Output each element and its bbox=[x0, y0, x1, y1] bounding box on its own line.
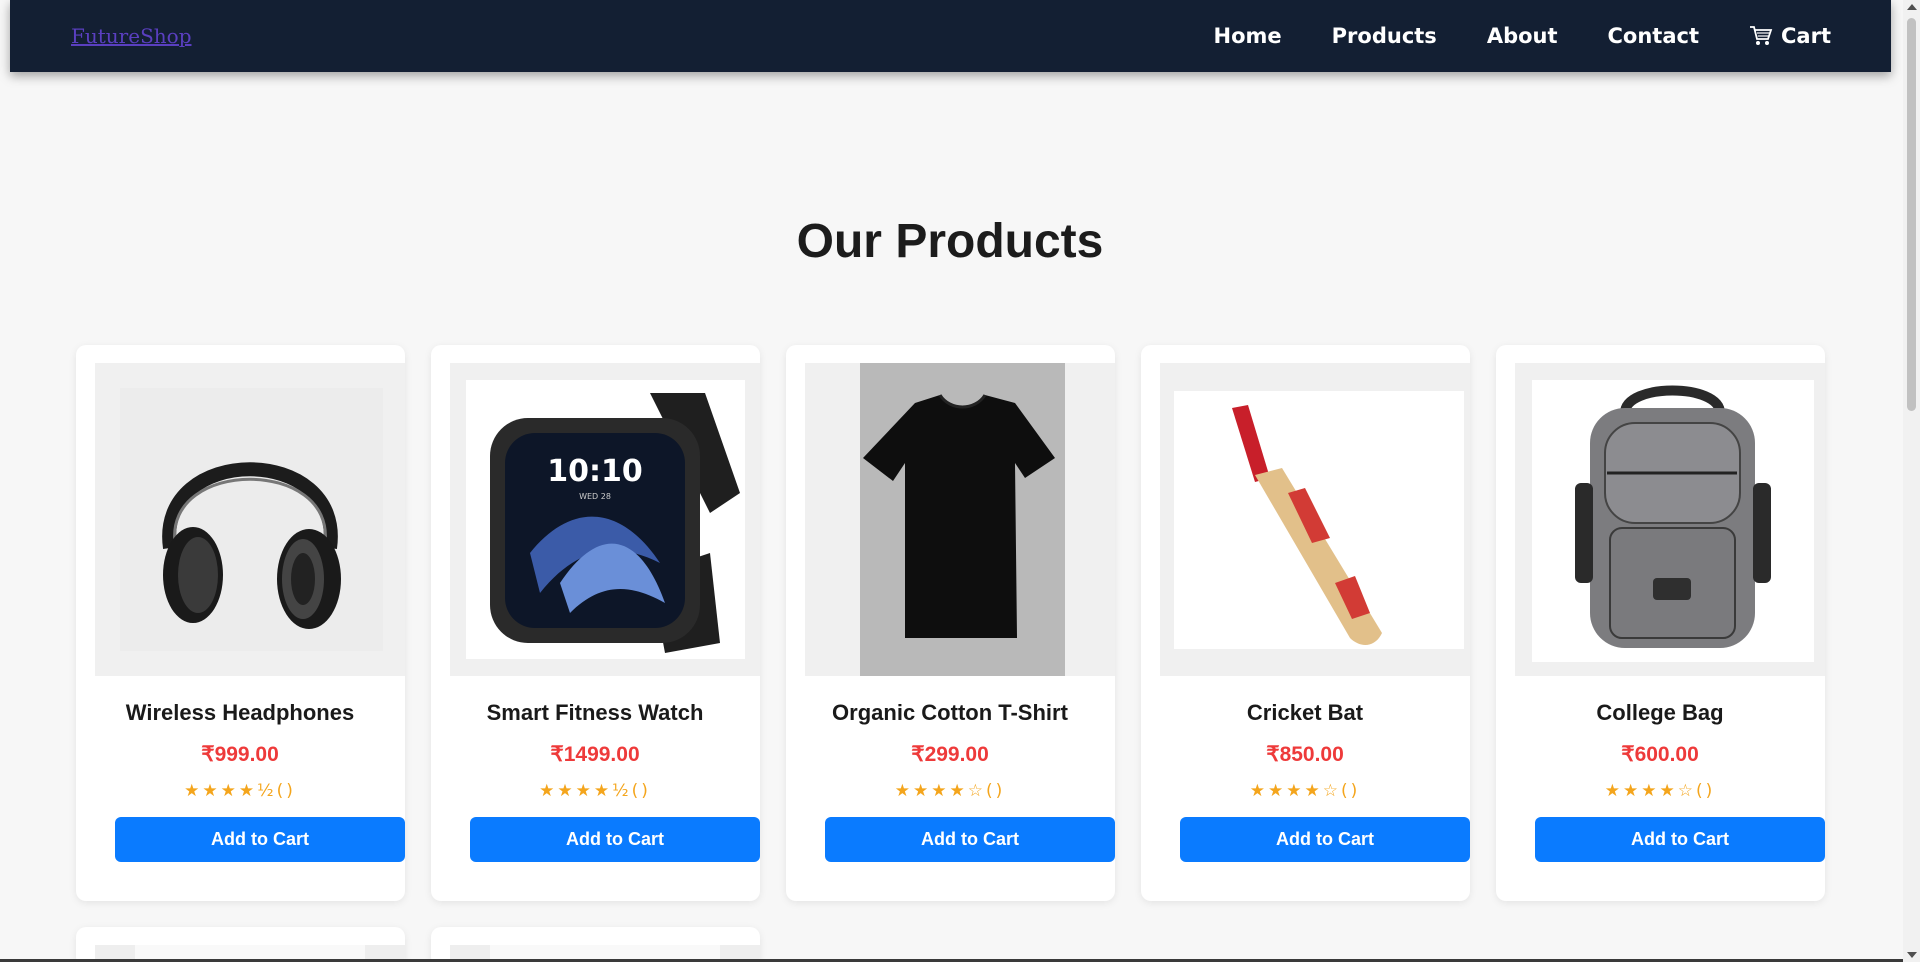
product-price: ₹1499.00 bbox=[550, 743, 640, 766]
product-card: Organic Cotton T-Shirt ₹299.00 ★★★★☆() A… bbox=[786, 345, 1115, 901]
product-image bbox=[95, 363, 405, 676]
top-navbar: FutureShop Home Products About Contact C… bbox=[10, 0, 1891, 72]
product-rating: ★★★★½() bbox=[184, 781, 296, 801]
cart-label: Cart bbox=[1781, 24, 1831, 48]
add-to-cart-button[interactable]: Add to Cart bbox=[825, 817, 1115, 862]
page-title: Our Products bbox=[796, 215, 1104, 268]
vertical-scrollbar[interactable] bbox=[1903, 0, 1920, 962]
product-name: Cricket Bat bbox=[1246, 700, 1364, 725]
product-name: College Bag bbox=[1596, 700, 1724, 725]
t-shirt-image bbox=[805, 363, 1115, 676]
product-card bbox=[431, 927, 760, 962]
product-image bbox=[805, 363, 1115, 676]
product-name: Smart Fitness Watch bbox=[486, 700, 704, 725]
add-to-cart-button[interactable]: Add to Cart bbox=[1180, 817, 1470, 862]
watch-time: 10:10 bbox=[547, 454, 643, 489]
product-rating: ★★★★☆() bbox=[1604, 781, 1716, 801]
product-image bbox=[1515, 363, 1825, 676]
watch-date: WED 28 bbox=[579, 492, 611, 501]
product-card bbox=[76, 927, 405, 962]
product-image bbox=[1160, 363, 1470, 676]
product-price: ₹600.00 bbox=[1621, 743, 1699, 766]
scroll-up-icon[interactable] bbox=[1907, 4, 1917, 10]
product-rating: ★★★★½() bbox=[539, 781, 651, 801]
nav-link-products[interactable]: Products bbox=[1332, 24, 1437, 48]
add-to-cart-button[interactable]: Add to Cart bbox=[115, 817, 405, 862]
product-price: ₹299.00 bbox=[911, 743, 989, 766]
add-to-cart-button[interactable]: Add to Cart bbox=[470, 817, 760, 862]
add-to-cart-button[interactable]: Add to Cart bbox=[1535, 817, 1825, 862]
shopping-cart-icon bbox=[1750, 26, 1773, 45]
product-card: 10:10 WED 28 Smart Fitness Watch ₹1499.0… bbox=[431, 345, 760, 901]
product-card: College Bag ₹600.00 ★★★★☆() Add to Cart bbox=[1496, 345, 1825, 901]
product-rating: ★★★★☆() bbox=[894, 781, 1006, 801]
smartwatch-image: 10:10 WED 28 bbox=[466, 380, 745, 659]
nav-link-home[interactable]: Home bbox=[1214, 24, 1282, 48]
scrollbar-thumb[interactable] bbox=[1907, 18, 1916, 411]
headphones-image bbox=[120, 388, 383, 651]
product-price: ₹999.00 bbox=[201, 743, 279, 766]
scroll-down-icon[interactable] bbox=[1907, 952, 1917, 958]
product-rating: ★★★★☆() bbox=[1249, 781, 1361, 801]
product-card: Wireless Headphones ₹999.00 ★★★★½() Add … bbox=[76, 345, 405, 901]
backpack-image bbox=[1532, 380, 1814, 662]
nav-link-about[interactable]: About bbox=[1487, 24, 1558, 48]
product-card: Cricket Bat ₹850.00 ★★★★☆() Add to Cart bbox=[1141, 345, 1470, 901]
nav-link-contact[interactable]: Contact bbox=[1608, 24, 1700, 48]
product-image: 10:10 WED 28 bbox=[450, 363, 760, 676]
product-price: ₹850.00 bbox=[1266, 743, 1344, 766]
nav-link-cart[interactable]: Cart bbox=[1749, 24, 1831, 48]
product-name: Wireless Headphones bbox=[125, 700, 355, 725]
nav-links: Home Products About Contact Cart bbox=[1214, 24, 1831, 48]
brand-logo-link[interactable]: FutureShop bbox=[71, 24, 192, 48]
product-name: Organic Cotton T-Shirt bbox=[832, 700, 1068, 725]
cricket-bat-image bbox=[1174, 391, 1464, 649]
product-grid: Wireless Headphones ₹999.00 ★★★★½() Add … bbox=[76, 345, 1825, 962]
